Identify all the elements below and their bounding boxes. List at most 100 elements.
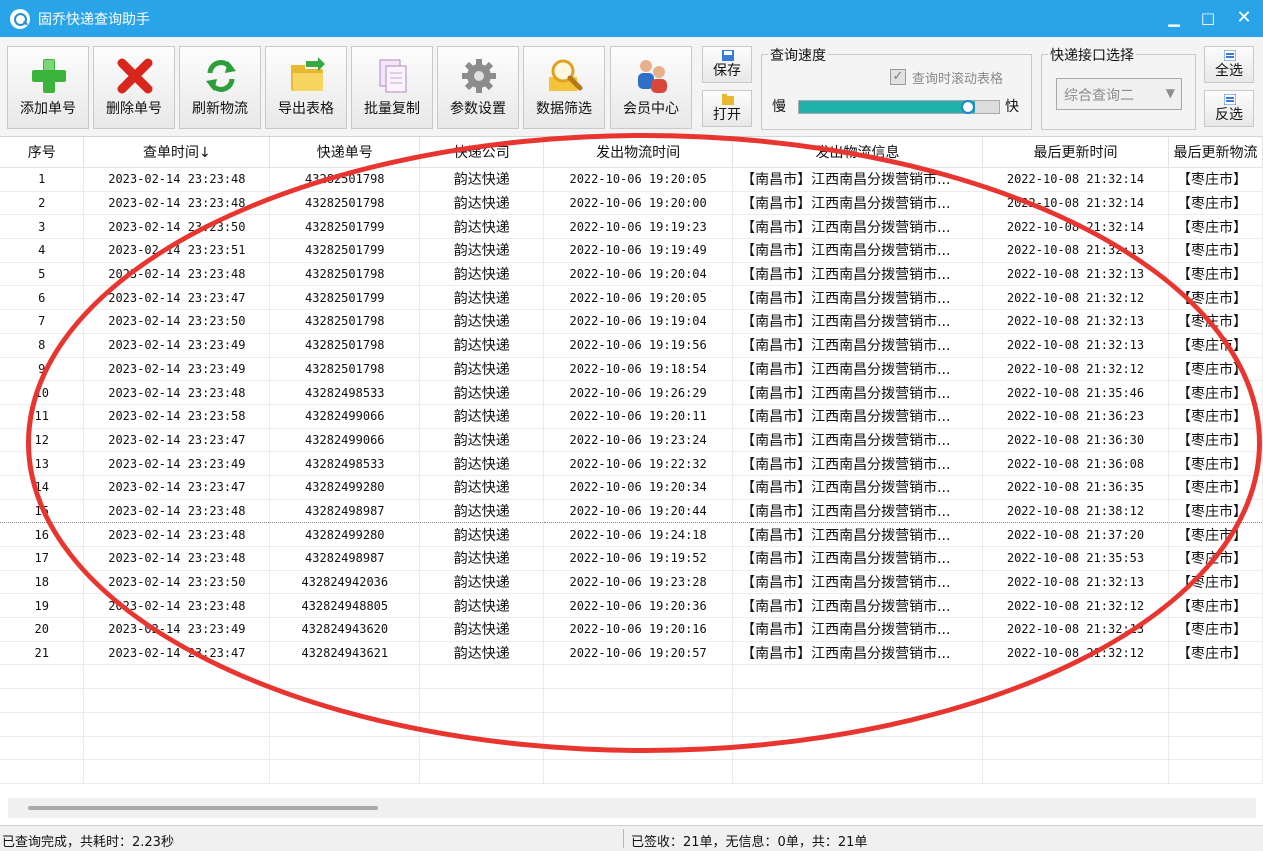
column-header[interactable]: 发出物流时间	[543, 137, 734, 168]
table-row[interactable]: 19 2023-02-14 23:23:48 432824948805 韵达快递 202…	[0, 593, 1263, 619]
row-index-cell: 19	[0, 593, 85, 619]
tracking-number-cell: 43282499066	[269, 428, 421, 453]
dispatch-info-cell: 【南昌市】江西南昌分拨营销市...	[732, 451, 984, 476]
dispatch-time-cell: 2022-10-06 19:20:16	[543, 617, 734, 642]
data-filter-button[interactable]: 数据筛选	[523, 46, 605, 129]
scroll-table-checkbox[interactable]: ✓	[890, 69, 906, 85]
row-index-cell: 6	[0, 285, 85, 311]
table-row[interactable]: 21 2023-02-14 23:23:47 432824943621 韵达快递 202…	[0, 641, 1263, 666]
last-update-time-cell: 2022-10-08 21:32:13	[982, 570, 1169, 595]
courier-company-cell: 韵达快递	[419, 522, 545, 547]
row-index-cell: 14	[0, 475, 85, 500]
table-row[interactable]: 20 2023-02-14 23:23:49 432824943620 韵达快递 202…	[0, 617, 1263, 642]
empty-cell	[269, 759, 421, 784]
table-row[interactable]: 18 2023-02-14 23:23:50 432824942036 韵达快递 202…	[0, 570, 1263, 595]
open-button[interactable]: 打开	[702, 90, 752, 127]
query-time-cell: 2023-02-14 23:23:47	[83, 641, 271, 666]
dispatch-info-cell: 【南昌市】江西南昌分拨营销市...	[732, 570, 984, 595]
tracking-table[interactable]: 序号 查单时间↓ 快递单号 快递公司 发出物流时间 发出物流信息 最后更新时间 最后更新物流 …	[0, 137, 1263, 797]
dispatch-time-cell: 2022-10-06 19:18:54	[543, 357, 734, 382]
dispatch-time-cell: 2022-10-06 19:19:52	[543, 546, 734, 571]
add-number-button[interactable]: 添加单号	[7, 46, 89, 129]
column-header[interactable]: 最后更新时间	[982, 137, 1169, 168]
save-button[interactable]: 保存	[702, 46, 752, 83]
invert-selection-button[interactable]: 反选	[1204, 90, 1254, 127]
courier-company-cell: 韵达快递	[419, 167, 545, 192]
table-row[interactable]: 15 2023-02-14 23:23:48 43282498987 韵达快递 2022…	[0, 498, 1263, 524]
delete-number-label: 删除单号	[106, 101, 162, 117]
last-update-info-cell: 【枣庄市】	[1168, 546, 1263, 571]
table-row[interactable]: 10 2023-02-14 23:23:48 43282498533 韵达快递 2022…	[0, 380, 1263, 405]
tracking-number-cell: 43282501798	[269, 262, 421, 287]
member-center-button[interactable]: 会员中心	[610, 46, 692, 129]
courier-company-cell: 韵达快递	[419, 546, 545, 571]
table-row[interactable]: 5 2023-02-14 23:23:48 43282501798 韵达快递 2022-…	[0, 262, 1263, 287]
table-row[interactable]: 16 2023-02-14 23:23:48 43282499280 韵达快递 2022…	[0, 522, 1263, 547]
table-row[interactable]: 3 2023-02-14 23:23:50 43282501799 韵达快递 2022-…	[0, 214, 1263, 240]
table-row[interactable]: 6 2023-02-14 23:23:47 43282501799 韵达快递 2022-…	[0, 285, 1263, 311]
horizontal-scroll-thumb[interactable]	[28, 806, 378, 810]
select-all-button[interactable]: 全选	[1204, 46, 1254, 83]
table-row[interactable]: 1 2023-02-14 23:23:48 43282501798 韵达快递 2022-…	[0, 167, 1263, 192]
empty-cell	[419, 688, 545, 713]
empty-cell	[0, 664, 85, 690]
column-header[interactable]: 快递公司	[419, 137, 545, 168]
row-index-cell: 8	[0, 333, 85, 358]
horizontal-scrollbar[interactable]	[8, 798, 1256, 818]
table-row[interactable]: 2 2023-02-14 23:23:48 43282501798 韵达快递 2022-…	[0, 191, 1263, 216]
table-row[interactable]: 14 2023-02-14 23:23:47 43282499280 韵达快递 2022…	[0, 475, 1263, 500]
column-header[interactable]: 发出物流信息	[732, 137, 984, 168]
last-update-time-cell: 2022-10-08 21:36:30	[982, 428, 1169, 453]
export-table-button[interactable]: 导出表格	[265, 46, 347, 129]
copy-icon	[379, 59, 407, 93]
table-row[interactable]: 12 2023-02-14 23:23:47 43282499066 韵达快递 2022…	[0, 428, 1263, 453]
tracking-number-cell: 432824943621	[269, 641, 421, 666]
query-speed-label: 查询速度	[768, 45, 828, 65]
table-row[interactable]: 7 2023-02-14 23:23:50 43282501798 韵达快递 2022-…	[0, 309, 1263, 334]
empty-table-row	[0, 688, 1263, 713]
last-update-time-cell: 2022-10-08 21:32:13	[982, 238, 1169, 263]
dispatch-info-cell: 【南昌市】江西南昌分拨营销市...	[732, 617, 984, 642]
refresh-logistics-button[interactable]: 刷新物流	[179, 46, 261, 129]
table-row[interactable]: 13 2023-02-14 23:23:49 43282498533 韵达快递 2022…	[0, 451, 1263, 476]
minimize-button[interactable]: ▁	[1161, 6, 1187, 30]
last-update-info-cell: 【枣庄市】	[1168, 593, 1263, 619]
tracking-number-cell: 43282498533	[269, 451, 421, 476]
column-header[interactable]: 序号	[0, 137, 85, 168]
table-row[interactable]: 17 2023-02-14 23:23:48 43282498987 韵达快递 2022…	[0, 546, 1263, 571]
table-row[interactable]: 4 2023-02-14 23:23:51 43282501799 韵达快递 2022-…	[0, 238, 1263, 263]
courier-company-cell: 韵达快递	[419, 238, 545, 263]
status-query-time: 已查询完成，共耗时：2.23秒	[2, 835, 174, 850]
maximize-button[interactable]: □	[1195, 6, 1221, 30]
empty-cell	[83, 688, 271, 713]
batch-copy-button[interactable]: 批量复制	[351, 46, 433, 129]
empty-cell	[732, 688, 984, 713]
tracking-number-cell: 43282501798	[269, 191, 421, 216]
dispatch-time-cell: 2022-10-06 19:26:29	[543, 380, 734, 405]
export-folder-icon	[291, 57, 325, 91]
dispatch-time-cell: 2022-10-06 19:20:04	[543, 262, 734, 287]
api-select-value: 综合查询二	[1064, 88, 1134, 104]
query-time-cell: 2023-02-14 23:23:47	[83, 285, 271, 311]
close-button[interactable]: ✕	[1231, 6, 1257, 30]
table-row[interactable]: 9 2023-02-14 23:23:49 43282501798 韵达快递 2022-…	[0, 357, 1263, 382]
query-time-cell: 2023-02-14 23:23:50	[83, 309, 271, 334]
empty-cell	[419, 664, 545, 690]
api-select-dropdown[interactable]: 综合查询二 ▼	[1056, 78, 1182, 110]
delete-number-button[interactable]: 删除单号	[93, 46, 175, 129]
row-index-cell: 21	[0, 641, 85, 666]
column-header[interactable]: 查单时间↓	[83, 137, 271, 168]
dispatch-time-cell: 2022-10-06 19:20:36	[543, 593, 734, 619]
row-index-cell: 15	[0, 498, 85, 524]
last-update-info-cell: 【枣庄市】	[1168, 641, 1263, 666]
dispatch-info-cell: 【南昌市】江西南昌分拨营销市...	[732, 498, 984, 524]
status-divider	[623, 829, 624, 848]
column-header[interactable]: 最后更新物流	[1168, 137, 1263, 168]
speed-slider-thumb[interactable]	[961, 100, 975, 114]
table-row[interactable]: 11 2023-02-14 23:23:58 43282499066 韵达快递 2022…	[0, 404, 1263, 429]
speed-slider[interactable]	[798, 100, 1000, 114]
parameter-settings-button[interactable]: 参数设置	[437, 46, 519, 129]
column-header[interactable]: 快递单号	[269, 137, 421, 168]
table-row[interactable]: 8 2023-02-14 23:23:49 43282501798 韵达快递 2022-…	[0, 333, 1263, 358]
invert-selection-label: 反选	[1215, 107, 1243, 123]
